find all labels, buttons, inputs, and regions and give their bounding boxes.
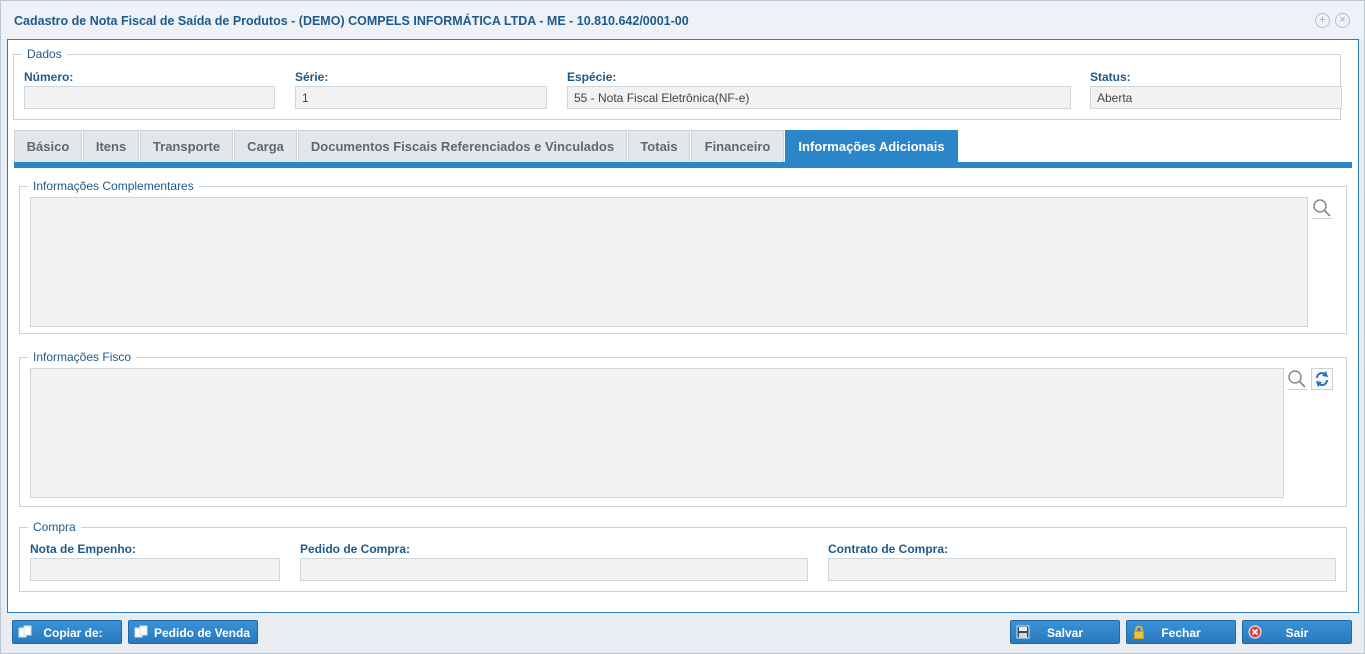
refresh-icon[interactable]: [1311, 368, 1333, 390]
tab-totais[interactable]: Totais: [628, 130, 690, 162]
tab-carga[interactable]: Carga: [234, 130, 297, 162]
dados-legend: Dados: [22, 47, 67, 61]
tab-informacoes-adicionais[interactable]: Informações Adicionais: [785, 130, 958, 162]
search-icon[interactable]: [1311, 197, 1333, 219]
pedido-compra-input[interactable]: [300, 558, 808, 581]
tab-itens[interactable]: Itens: [83, 130, 139, 162]
numero-input[interactable]: [24, 86, 275, 109]
nota-empenho-label: Nota de Empenho:: [30, 542, 137, 556]
tab-documentos-fiscais[interactable]: Documentos Fiscais Referenciados e Vincu…: [298, 130, 627, 162]
fechar-button[interactable]: Fechar: [1126, 620, 1236, 644]
title-bar: Cadastro de Nota Fiscal de Saída de Prod…: [1, 1, 1364, 39]
sair-label: Sair: [1285, 626, 1309, 640]
contrato-compra-label: Contrato de Compra:: [828, 542, 948, 556]
serie-input[interactable]: 1: [295, 86, 547, 109]
salvar-button[interactable]: Salvar: [1010, 620, 1120, 644]
sair-button[interactable]: Sair: [1242, 620, 1352, 644]
search-icon[interactable]: [1286, 368, 1308, 390]
nota-empenho-input[interactable]: [30, 558, 280, 581]
status-input: Aberta: [1090, 86, 1342, 109]
tab-basico[interactable]: Básico: [14, 130, 82, 162]
info-complementares-legend: Informações Complementares: [28, 179, 199, 193]
dialog-window: Cadastro de Nota Fiscal de Saída de Prod…: [0, 0, 1365, 654]
fechar-label: Fechar: [1161, 626, 1201, 640]
especie-label: Espécie:: [567, 70, 617, 84]
close-icon[interactable]: ×: [1335, 13, 1350, 28]
window-title: Cadastro de Nota Fiscal de Saída de Prod…: [14, 14, 689, 28]
info-complementares-group: Informações Complementares: [19, 179, 1347, 334]
copiar-de-button[interactable]: Copiar de:: [12, 620, 122, 644]
serie-label: Série:: [295, 70, 329, 84]
info-fisco-group: Informações Fisco: [19, 350, 1347, 507]
status-label: Status:: [1090, 70, 1131, 84]
tab-financeiro[interactable]: Financeiro: [691, 130, 784, 162]
tab-transporte[interactable]: Transporte: [140, 130, 233, 162]
pedido-venda-button[interactable]: Pedido de Venda: [128, 620, 258, 644]
numero-label: Número:: [24, 70, 74, 84]
form-content: Dados Número: Série: 1 Espécie: 55 - Not…: [7, 39, 1359, 613]
compra-group: Compra Nota de Empenho: Pedido de Compra…: [19, 520, 1347, 592]
contrato-compra-input[interactable]: [828, 558, 1336, 581]
tab-panel-informacoes-adicionais: Informações Complementares Informações F…: [14, 168, 1352, 609]
especie-input[interactable]: 55 - Nota Fiscal Eletrônica(NF-e): [567, 86, 1071, 109]
dados-group: Dados Número: Série: 1 Espécie: 55 - Not…: [13, 47, 1342, 120]
pedido-compra-label: Pedido de Compra:: [300, 542, 411, 556]
salvar-label: Salvar: [1046, 626, 1084, 640]
copiar-de-label: Copiar de:: [43, 626, 103, 640]
info-complementares-textarea[interactable]: [30, 197, 1308, 327]
pedido-venda-label: Pedido de Venda: [153, 626, 251, 640]
compra-legend: Compra: [28, 520, 81, 534]
info-fisco-textarea[interactable]: [30, 368, 1284, 498]
maximize-icon[interactable]: +: [1315, 13, 1330, 28]
info-fisco-legend: Informações Fisco: [28, 350, 137, 364]
